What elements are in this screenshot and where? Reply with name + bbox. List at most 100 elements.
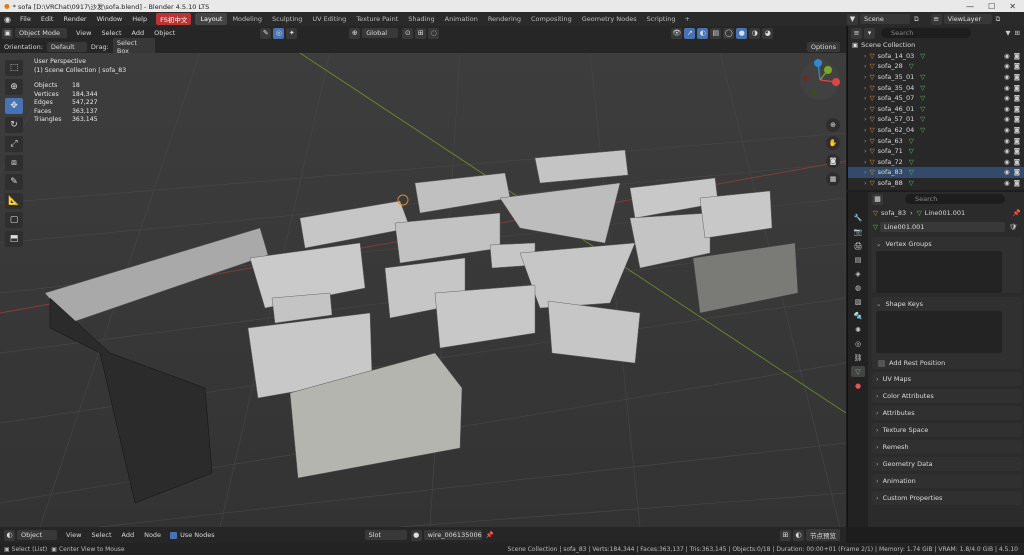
eye-icon[interactable]: ◉	[1004, 168, 1010, 176]
menu-edit[interactable]: Edit	[36, 15, 59, 23]
panel-header[interactable]: › Texture Space	[872, 423, 1022, 437]
viewport-menu-view[interactable]: View	[71, 29, 96, 37]
tab-scripting[interactable]: Scripting	[642, 13, 681, 25]
outliner-row[interactable]: › ▽ sofa_88 ▽ ◉ ◙	[848, 178, 1024, 189]
outliner-row[interactable]: › ▽ sofa_57_01 ▽ ◉ ◙	[848, 114, 1024, 125]
use-nodes-checkbox[interactable]	[170, 531, 178, 539]
transform-tool-icon[interactable]: ⧈	[5, 155, 23, 171]
outliner-row[interactable]: › ▽ sofa_46_01 ▽ ◉ ◙	[848, 104, 1024, 115]
add-cube-tool-icon[interactable]: ▢	[5, 212, 23, 228]
annotate-icon[interactable]: ✎	[260, 27, 272, 39]
vertex-groups-list[interactable]	[876, 251, 1002, 293]
new-view-layer-icon[interactable]: ⧉	[996, 15, 1001, 24]
select-mode-icon[interactable]: ◎	[273, 27, 285, 39]
add-object-tool-icon[interactable]: ⬒	[5, 231, 23, 247]
options-dropdown[interactable]: Options	[806, 41, 840, 52]
node-menu-node[interactable]: Node	[139, 531, 166, 539]
navigation-gizmo[interactable]	[798, 58, 842, 102]
properties-editor-icon[interactable]: ▦	[872, 193, 883, 205]
tab-compositing[interactable]: Compositing	[526, 13, 577, 25]
physics-tab-icon[interactable]: ◎	[851, 338, 865, 349]
eye-icon[interactable]: ◉	[1004, 62, 1010, 70]
outliner-row[interactable]: › ▽ sofa_14_03 ▽ ◉ ◙	[848, 51, 1024, 62]
collapsed-panel[interactable]: › Geometry Data	[872, 457, 1022, 471]
panel-header[interactable]: › Color Attributes	[872, 389, 1022, 403]
camera-render-icon[interactable]: ◙	[1014, 168, 1020, 176]
eye-icon[interactable]: ◉	[1004, 137, 1010, 145]
collapsed-panel[interactable]: › Color Attributes	[872, 389, 1022, 403]
camera-render-icon[interactable]: ◙	[1014, 84, 1020, 92]
expand-arrow-icon[interactable]: ›	[864, 179, 867, 187]
scene-collection-row[interactable]: ▣ Scene Collection	[848, 40, 1024, 51]
panel-header[interactable]: › Attributes	[872, 406, 1022, 420]
modifier-tab-icon[interactable]: 🔩	[851, 310, 865, 321]
expand-arrow-icon[interactable]: ›	[864, 115, 867, 123]
tab-sculpting[interactable]: Sculpting	[267, 13, 307, 25]
move-tool-icon[interactable]: ✥	[5, 98, 23, 114]
output-tab-icon[interactable]: 🖨	[851, 240, 865, 251]
outliner-row[interactable]: › ▽ sofa_28 ▽ ◉ ◙	[848, 61, 1024, 72]
tab-layout[interactable]: Layout	[195, 13, 228, 25]
overlay-icon[interactable]: ◐	[697, 27, 709, 39]
eye-icon[interactable]: ◉	[1004, 52, 1010, 60]
scene-icon[interactable]: ▼	[847, 13, 858, 25]
blender-menu-icon[interactable]: ◉	[0, 15, 15, 24]
eye-icon[interactable]: ◉	[1004, 179, 1010, 187]
node-menu-add[interactable]: Add	[117, 531, 140, 539]
expand-arrow-icon[interactable]: ›	[864, 147, 867, 155]
eye-icon[interactable]: ◉	[1004, 115, 1010, 123]
eye-icon[interactable]: ◉	[1004, 126, 1010, 134]
menu-help[interactable]: Help	[127, 15, 152, 23]
collapsed-panel[interactable]: › Remesh	[872, 440, 1022, 454]
expand-arrow-icon[interactable]: ›	[864, 62, 867, 70]
eye-icon[interactable]: ◉	[1004, 158, 1010, 166]
measure-tool-icon[interactable]: 📐	[5, 193, 23, 209]
overlay-node-icon[interactable]: ◐	[793, 529, 804, 541]
snap-icon[interactable]: ⊞	[415, 27, 427, 39]
close-icon[interactable]: ✕	[1009, 2, 1016, 11]
outliner-row[interactable]: › ▽ sofa_72 ▽ ◉ ◙	[848, 157, 1024, 168]
expand-arrow-icon[interactable]: ›	[864, 168, 867, 176]
light-icon[interactable]: ✦	[286, 27, 298, 39]
scene-name[interactable]: Scene	[860, 14, 910, 24]
render-tab-icon[interactable]: 📷	[851, 226, 865, 237]
camera-render-icon[interactable]: ◙	[1014, 105, 1020, 113]
outliner-row[interactable]: › ▽ sofa_62_04 ▽ ◉ ◙	[848, 125, 1024, 136]
tab-rendering[interactable]: Rendering	[483, 13, 526, 25]
constraints-tab-icon[interactable]: ⛓	[851, 352, 865, 363]
eye-icon[interactable]: ◉	[1004, 94, 1010, 102]
material-sphere-icon[interactable]: ●	[410, 529, 422, 541]
visibility-icon[interactable]: 👁	[671, 27, 683, 39]
camera-render-icon[interactable]: ◙	[1014, 158, 1020, 166]
add-rest-position-checkbox[interactable]	[878, 359, 885, 367]
panel-header[interactable]: › Custom Properties	[872, 491, 1022, 505]
menu-render[interactable]: Render	[58, 15, 91, 23]
expand-arrow-icon[interactable]: ›	[864, 94, 867, 102]
camera-render-icon[interactable]: ◙	[1014, 126, 1020, 134]
transform-orientation-dropdown[interactable]: Global	[362, 28, 399, 38]
camera-render-icon[interactable]: ◙	[1014, 62, 1020, 70]
outliner-row[interactable]: › ▽ sofa_45_07 ▽ ◉ ◙	[848, 93, 1024, 104]
shape-keys-list[interactable]	[876, 311, 1002, 353]
vertex-groups-header[interactable]: ⌄ Vertex Groups	[872, 237, 1022, 251]
data-tab-icon[interactable]: ▽	[851, 366, 865, 377]
view-layer-name[interactable]: ViewLayer	[943, 14, 992, 24]
editor-type-icon[interactable]: ▣	[2, 27, 13, 39]
tab-modeling[interactable]: Modeling	[227, 13, 267, 25]
eye-icon[interactable]: ◉	[1004, 147, 1010, 155]
fake-user-icon[interactable]: 🛡	[1009, 223, 1017, 231]
node-preview-button[interactable]: 节点预览	[806, 529, 840, 541]
material-pin-icon[interactable]: 📌	[486, 531, 494, 539]
expand-arrow-icon[interactable]: ›	[864, 84, 867, 92]
node-menu-select[interactable]: Select	[86, 531, 116, 539]
orientation-dropdown[interactable]: Default	[46, 41, 87, 52]
shading-solid-icon[interactable]: ●	[736, 27, 748, 39]
3d-viewport[interactable]	[0, 53, 846, 527]
view-layer-icon[interactable]: ≡	[930, 13, 942, 25]
expand-arrow-icon[interactable]: ›	[864, 105, 867, 113]
viewport-menu-add[interactable]: Add	[127, 29, 150, 37]
tab-shading[interactable]: Shading	[403, 13, 439, 25]
tab-texture-paint[interactable]: Texture Paint	[351, 13, 403, 25]
collapsed-panel[interactable]: › Texture Space	[872, 423, 1022, 437]
outliner-row[interactable]: › ▽ sofa_35_01 ▽ ◉ ◙	[848, 72, 1024, 83]
